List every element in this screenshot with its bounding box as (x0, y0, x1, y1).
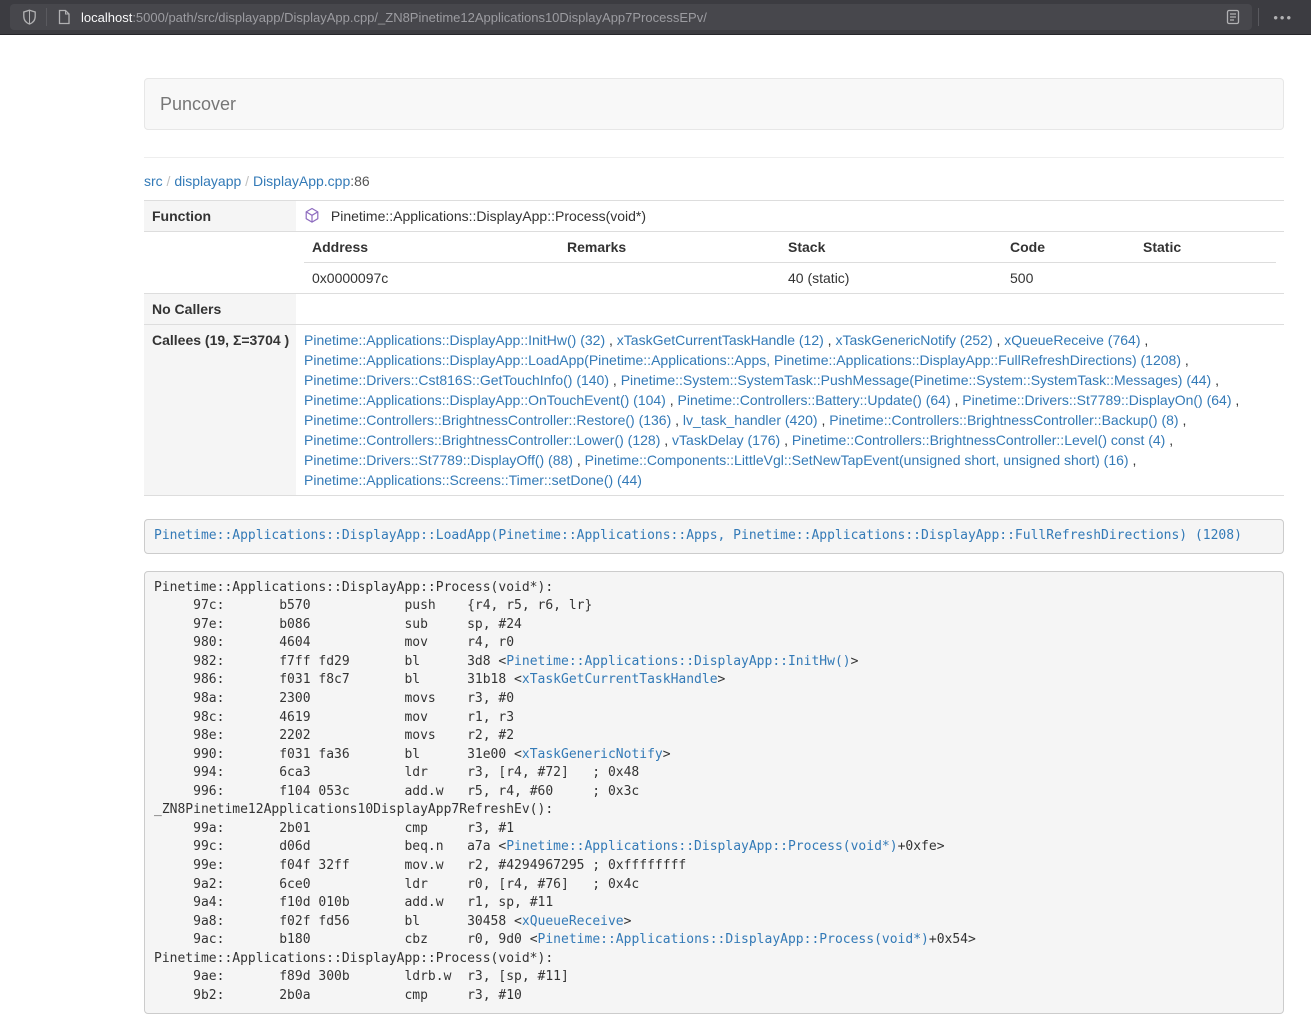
callee-separator: , (1165, 432, 1173, 448)
url-path: :5000/path/src/displayapp/DisplayApp.cpp… (132, 10, 707, 25)
details-value-row: 0x0000097c 40 (static)500 (304, 263, 1276, 294)
callee-link[interactable]: Pinetime::Applications::DisplayApp::Load… (304, 352, 1181, 368)
callee-separator: , (1129, 452, 1137, 468)
breadcrumb-line-number: :86 (350, 173, 369, 189)
function-details-table: AddressRemarksStackCodeStatic 0x0000097c… (304, 232, 1276, 293)
detail-value: 500 (1002, 263, 1135, 294)
details-header-row: AddressRemarksStackCodeStatic (304, 232, 1276, 263)
function-row: Function Pinetime::Applications::Display… (144, 201, 1284, 232)
url-text[interactable]: localhost:5000/path/src/displayapp/Displ… (81, 10, 1222, 25)
breadcrumb: src / displayapp / DisplayApp.cpp:86 (144, 173, 1284, 189)
function-details-row: AddressRemarksStackCodeStatic 0x0000097c… (144, 232, 1284, 294)
code-symbol-link[interactable]: Pinetime::Applications::DisplayApp::Proc… (506, 839, 897, 854)
breadcrumb-link[interactable]: src (144, 173, 163, 189)
callee-link[interactable]: Pinetime::Applications::DisplayApp::OnTo… (304, 392, 666, 408)
callee-separator: , (951, 392, 963, 408)
callee-separator: , (573, 452, 585, 468)
urlbar-divider (46, 8, 47, 26)
callee-link[interactable]: Pinetime::Controllers::BrightnessControl… (792, 432, 1165, 448)
callee-link[interactable]: Pinetime::Controllers::BrightnessControl… (829, 412, 1178, 428)
detail-value (1135, 263, 1276, 294)
page-icon[interactable] (53, 6, 75, 28)
shield-icon[interactable] (18, 6, 40, 28)
function-name-cell: Pinetime::Applications::DisplayApp::Proc… (296, 201, 1284, 232)
callee-link[interactable]: xTaskGenericNotify (252) (835, 332, 992, 348)
function-name: Pinetime::Applications::DisplayApp::Proc… (331, 208, 646, 224)
highlighted-callee-box: Pinetime::Applications::DisplayApp::Load… (144, 519, 1284, 554)
page-content: Puncover src / displayapp / DisplayApp.c… (144, 78, 1284, 1014)
reader-mode-icon[interactable] (1222, 6, 1244, 28)
callee-separator: , (660, 432, 672, 448)
callee-separator: , (780, 432, 792, 448)
callee-separator: , (824, 332, 836, 348)
overflow-menu-button[interactable]: ••• (1265, 9, 1301, 26)
callee-link[interactable]: Pinetime::Applications::Screens::Timer::… (304, 472, 642, 488)
empty-label-cell (144, 232, 296, 294)
callee-separator: , (1232, 392, 1240, 408)
highlighted-callee-link[interactable]: Pinetime::Applications::DisplayApp::Load… (154, 528, 1242, 543)
function-label: Function (144, 201, 296, 232)
callee-link[interactable]: Pinetime::Controllers::BrightnessControl… (304, 412, 671, 428)
callee-link[interactable]: lv_task_handler (420) (683, 412, 818, 428)
callee-separator: , (666, 392, 678, 408)
function-table: Function Pinetime::Applications::Display… (144, 200, 1284, 496)
browser-toolbar: localhost:5000/path/src/displayapp/Displ… (0, 0, 1311, 35)
detail-column-header: Stack (780, 232, 1002, 263)
callee-separator: , (1181, 352, 1189, 368)
symbol-cube-icon (304, 207, 320, 224)
detail-value (559, 263, 780, 294)
callee-link[interactable]: xQueueReceive (764) (1004, 332, 1140, 348)
toolbar-divider (1258, 8, 1259, 26)
callee-separator: , (605, 332, 617, 348)
callee-separator: , (1179, 412, 1187, 428)
callees-label: Callees (19, Σ=3704 ) (144, 325, 296, 496)
divider (144, 157, 1284, 158)
detail-column-header: Static (1135, 232, 1276, 263)
callees-row: Callees (19, Σ=3704 ) Pinetime::Applicat… (144, 325, 1284, 496)
code-symbol-link[interactable]: Pinetime::Applications::DisplayApp::Init… (506, 654, 850, 669)
callee-link[interactable]: Pinetime::Controllers::BrightnessControl… (304, 432, 660, 448)
callee-link[interactable]: Pinetime::Applications::DisplayApp::Init… (304, 332, 605, 348)
callee-link[interactable]: Pinetime::Controllers::Battery::Update()… (678, 392, 951, 408)
detail-column-header: Code (1002, 232, 1135, 263)
callee-link[interactable]: Pinetime::Drivers::Cst816S::GetTouchInfo… (304, 372, 609, 388)
code-symbol-link[interactable]: xQueueReceive (522, 914, 624, 929)
callee-separator: , (609, 372, 621, 388)
no-callers-label: No Callers (144, 294, 296, 325)
callee-separator: , (1140, 332, 1148, 348)
callee-link[interactable]: Pinetime::Drivers::St7789::DisplayOff() … (304, 452, 573, 468)
callee-separator: , (671, 412, 683, 428)
callee-link[interactable]: vTaskDelay (176) (672, 432, 780, 448)
breadcrumb-link[interactable]: displayapp (174, 173, 241, 189)
navbar: Puncover (144, 78, 1284, 130)
code-symbol-link[interactable]: xTaskGetCurrentTaskHandle (522, 672, 718, 687)
breadcrumb-separator: / (163, 173, 175, 189)
callee-link[interactable]: Pinetime::Components::LittleVgl::SetNewT… (585, 452, 1129, 468)
callee-link[interactable]: xTaskGetCurrentTaskHandle (12) (617, 332, 824, 348)
disassembly-listing: Pinetime::Applications::DisplayApp::Proc… (144, 571, 1284, 1014)
code-symbol-link[interactable]: Pinetime::Applications::DisplayApp::Proc… (538, 932, 929, 947)
detail-column-header: Remarks (559, 232, 780, 263)
navbar-brand[interactable]: Puncover (160, 94, 236, 115)
breadcrumb-separator: / (241, 173, 253, 189)
callee-separator: , (993, 332, 1005, 348)
callee-link[interactable]: Pinetime::System::SystemTask::PushMessag… (621, 372, 1212, 388)
callee-separator: , (1211, 372, 1219, 388)
detail-value: 40 (static) (780, 263, 1002, 294)
callee-separator: , (818, 412, 830, 428)
details-cell: AddressRemarksStackCodeStatic 0x0000097c… (296, 232, 1284, 294)
detail-column-header: Address (304, 232, 559, 263)
no-callers-row: No Callers (144, 294, 1284, 325)
url-bar[interactable]: localhost:5000/path/src/displayapp/Displ… (10, 4, 1252, 30)
callee-link[interactable]: Pinetime::Drivers::St7789::DisplayOn() (… (962, 392, 1231, 408)
detail-value: 0x0000097c (304, 263, 559, 294)
no-callers-cell (296, 294, 1284, 325)
code-symbol-link[interactable]: xTaskGenericNotify (522, 747, 663, 762)
breadcrumb-link[interactable]: DisplayApp.cpp (253, 173, 350, 189)
url-host: localhost (81, 10, 132, 25)
callees-list: Pinetime::Applications::DisplayApp::Init… (296, 325, 1284, 496)
